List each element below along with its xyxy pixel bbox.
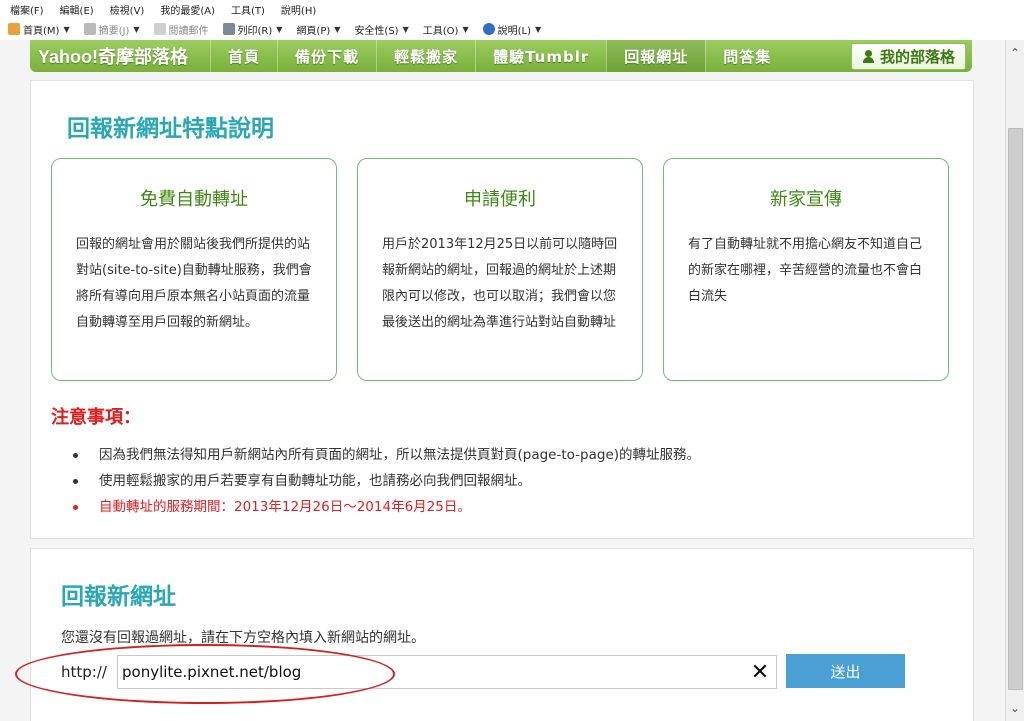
clear-input-icon[interactable]: ✕	[747, 659, 773, 685]
scroll-down-icon[interactable]: ⌄	[1006, 701, 1024, 715]
new-url-input[interactable]	[117, 655, 777, 689]
nav-home[interactable]: 首頁	[210, 40, 277, 72]
menu-file[interactable]: 檔案(F)	[0, 2, 50, 17]
notice-title: 注意事項：	[51, 407, 141, 428]
page-viewport: Yahoo!奇摩部落格 首頁 備份下載 輕鬆搬家 體驗Tumblr 回報網址 問…	[0, 40, 1006, 721]
chevron-down-icon[interactable]: ▼	[63, 25, 69, 34]
page-menu-button[interactable]: 網頁(P) ▼	[288, 22, 346, 37]
chevron-down-icon: ▼	[462, 24, 469, 34]
notice-item-service-period: 自動轉址的服務期間：2013年12月26日～2014年6月25日。	[73, 494, 700, 520]
read-mail-button[interactable]: 閱讀郵件	[146, 22, 215, 37]
menu-favorites[interactable]: 我的最愛(A)	[150, 2, 221, 17]
feature-card-new-home-promo: 新家宣傳 有了自動轉址就不用擔心網友不知道自己的新家在哪裡，辛苦經營的流量也不會…	[663, 158, 949, 381]
help-menu-label: 說明(L)	[497, 25, 531, 37]
menu-edit[interactable]: 編輯(E)	[50, 2, 100, 17]
report-url-panel: 回報新網址 您還沒有回報過網址，請在下方空格內填入新網站的網址。 http://…	[30, 548, 974, 721]
feed-button[interactable]: 摘要(J) ▼	[76, 22, 146, 37]
my-blog-button[interactable]: 我的部落格	[850, 42, 966, 70]
feature-card-title: 新家宣傳	[770, 189, 842, 210]
report-form-title: 回報新網址	[61, 584, 176, 610]
chevron-down-icon: ▼	[334, 24, 341, 34]
page-menu-label: 網頁(P)	[296, 25, 331, 37]
home-icon	[8, 23, 20, 35]
feature-card-body: 回報的網址會用於關站後我們所提供的站對站(site-to-site)自動轉址服務…	[76, 237, 312, 330]
browser-menubar: 檔案(F) 編輯(E) 檢視(V) 我的最愛(A) 工具(T) 說明(H)	[0, 0, 1024, 18]
feed-icon	[83, 23, 96, 35]
url-prefix-label: http://	[61, 663, 107, 681]
submit-button[interactable]: 送出	[786, 654, 905, 688]
feature-card-title: 申請便利	[464, 189, 536, 210]
feature-card-free-redirect: 免費自動轉址 回報的網址會用於關站後我們所提供的站對站(site-to-site…	[51, 158, 337, 381]
notice-item: 因為我們無法得知用戶新網站內所有頁面的網址，所以無法提供頁對頁(page-to-…	[73, 442, 700, 468]
browser-command-bar: 首頁(M) ▼ 摘要(J) ▼ 閱讀郵件 列印(R) ▼ 網頁(P) ▼ 安全性…	[0, 18, 1024, 41]
mail-icon	[153, 23, 166, 35]
nav-backup-download[interactable]: 備份下載	[277, 40, 376, 72]
chevron-down-icon: ▼	[402, 24, 409, 34]
chevron-down-icon[interactable]: ▼	[133, 25, 139, 34]
site-navbar: Yahoo!奇摩部落格 首頁 備份下載 輕鬆搬家 體驗Tumblr 回報網址 問…	[30, 40, 972, 72]
features-title: 回報新網址特點說明	[67, 116, 274, 142]
my-blog-label: 我的部落格	[879, 47, 955, 66]
feed-label: 摘要(J)	[98, 25, 130, 37]
help-menu-button[interactable]: 說明(L) ▼	[475, 22, 548, 37]
chevron-down-icon: ▼	[534, 24, 542, 34]
nav-easy-move[interactable]: 輕鬆搬家	[376, 40, 475, 72]
menu-help[interactable]: 說明(H)	[271, 2, 322, 17]
nav-try-tumblr[interactable]: 體驗Tumblr	[475, 40, 606, 72]
feature-card-body: 用戶於2013年12月25日以前可以隨時回報新網站的網址，回報過的網址於上述期限…	[382, 237, 618, 330]
feature-card-easy-apply: 申請便利 用戶於2013年12月25日以前可以隨時回報新網站的網址，回報過的網址…	[357, 158, 643, 381]
notice-item: 使用輕鬆搬家的用戶若要享有自動轉址功能，也請務必向我們回報網址。	[73, 468, 700, 494]
report-form-description: 您還沒有回報過網址，請在下方空格內填入新網站的網址。	[61, 630, 425, 646]
print-label: 列印(R)	[237, 25, 273, 37]
tools-menu-button[interactable]: 工具(O) ▼	[415, 22, 475, 37]
safety-menu-label: 安全性(S)	[354, 25, 399, 37]
menu-tools[interactable]: 工具(T)	[221, 2, 271, 17]
nav-faq[interactable]: 問答集	[705, 40, 788, 72]
scrollbar-thumb[interactable]	[1008, 128, 1023, 690]
nav-report-url[interactable]: 回報網址	[606, 40, 706, 72]
scroll-up-icon[interactable]: ⌃	[1006, 46, 1024, 60]
features-panel: 回報新網址特點說明 免費自動轉址 回報的網址會用於關站後我們所提供的站對站(si…	[30, 80, 974, 539]
print-button[interactable]: 列印(R) ▼	[215, 22, 289, 37]
vertical-scrollbar[interactable]: ⌃ ⌄	[1005, 40, 1024, 721]
feature-card-title: 免費自動轉址	[140, 189, 248, 210]
feature-card-body: 有了自動轉址就不用擔心網友不知道自己的新家在哪裡，辛苦經營的流量也不會白白流失	[688, 237, 923, 304]
chevron-down-icon[interactable]: ▼	[276, 25, 282, 34]
help-icon	[482, 23, 495, 35]
home-button[interactable]: 首頁(M) ▼	[0, 22, 76, 37]
menu-view[interactable]: 檢視(V)	[100, 2, 151, 17]
print-icon	[222, 23, 235, 35]
read-mail-label: 閱讀郵件	[168, 25, 209, 37]
tools-menu-label: 工具(O)	[422, 25, 459, 37]
home-label: 首頁(M)	[23, 25, 60, 37]
safety-menu-button[interactable]: 安全性(S) ▼	[346, 22, 414, 37]
notice-list: 因為我們無法得知用戶新網站內所有頁面的網址，所以無法提供頁對頁(page-to-…	[73, 442, 700, 520]
site-logo[interactable]: Yahoo!奇摩部落格	[30, 43, 210, 69]
person-icon	[862, 49, 875, 63]
